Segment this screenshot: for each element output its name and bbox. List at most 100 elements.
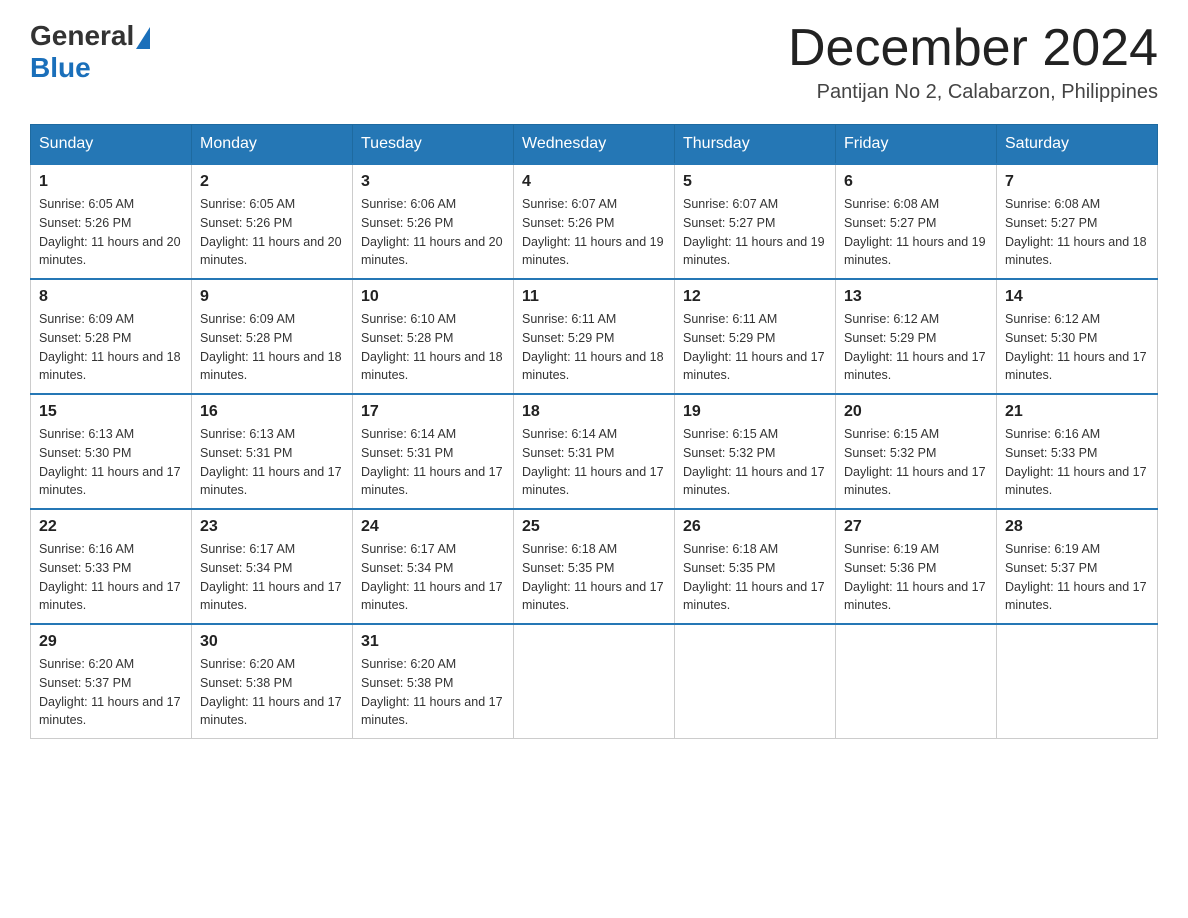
day-number: 2	[200, 173, 344, 191]
logo: General Blue	[30, 20, 150, 84]
day-info: Sunrise: 6:08 AMSunset: 5:27 PMDaylight:…	[1005, 195, 1149, 270]
day-info: Sunrise: 6:19 AMSunset: 5:36 PMDaylight:…	[844, 540, 988, 615]
calendar-table: SundayMondayTuesdayWednesdayThursdayFrid…	[30, 124, 1158, 739]
calendar-cell: 19 Sunrise: 6:15 AMSunset: 5:32 PMDayligh…	[675, 394, 836, 509]
weekday-header-monday: Monday	[192, 125, 353, 165]
calendar-cell	[836, 624, 997, 739]
calendar-cell: 12 Sunrise: 6:11 AMSunset: 5:29 PMDayligh…	[675, 279, 836, 394]
day-number: 19	[683, 403, 827, 421]
day-number: 5	[683, 173, 827, 191]
day-number: 14	[1005, 288, 1149, 306]
day-info: Sunrise: 6:16 AMSunset: 5:33 PMDaylight:…	[39, 540, 183, 615]
day-info: Sunrise: 6:20 AMSunset: 5:37 PMDaylight:…	[39, 655, 183, 730]
calendar-cell: 9 Sunrise: 6:09 AMSunset: 5:28 PMDaylight…	[192, 279, 353, 394]
calendar-cell: 16 Sunrise: 6:13 AMSunset: 5:31 PMDayligh…	[192, 394, 353, 509]
calendar-cell: 5Sunrise: 6:07 AMSunset: 5:27 PMDaylight…	[675, 164, 836, 279]
day-info: Sunrise: 6:20 AMSunset: 5:38 PMDaylight:…	[361, 655, 505, 730]
day-number: 12	[683, 288, 827, 306]
calendar-cell: 13 Sunrise: 6:12 AMSunset: 5:29 PMDayligh…	[836, 279, 997, 394]
day-info: Sunrise: 6:09 AMSunset: 5:28 PMDaylight:…	[200, 310, 344, 385]
logo-blue: Blue	[30, 52, 91, 84]
day-number: 7	[1005, 173, 1149, 191]
weekday-header-friday: Friday	[836, 125, 997, 165]
day-info: Sunrise: 6:13 AMSunset: 5:30 PMDaylight:…	[39, 425, 183, 500]
calendar-cell: 6 Sunrise: 6:08 AMSunset: 5:27 PMDaylight…	[836, 164, 997, 279]
day-info: Sunrise: 6:16 AMSunset: 5:33 PMDaylight:…	[1005, 425, 1149, 500]
day-number: 27	[844, 518, 988, 536]
day-info: Sunrise: 6:13 AMSunset: 5:31 PMDaylight:…	[200, 425, 344, 500]
day-number: 20	[844, 403, 988, 421]
day-number: 10	[361, 288, 505, 306]
calendar-cell: 22Sunrise: 6:16 AMSunset: 5:33 PMDayligh…	[31, 509, 192, 624]
day-info: Sunrise: 6:05 AMSunset: 5:26 PMDaylight:…	[39, 195, 183, 270]
logo-triangle-icon	[136, 27, 150, 49]
title-section: December 2024 Pantijan No 2, Calabarzon,…	[788, 20, 1158, 104]
month-year-title: December 2024	[788, 20, 1158, 77]
calendar-cell: 24 Sunrise: 6:17 AMSunset: 5:34 PMDayligh…	[353, 509, 514, 624]
calendar-cell: 27 Sunrise: 6:19 AMSunset: 5:36 PMDayligh…	[836, 509, 997, 624]
calendar-cell: 23Sunrise: 6:17 AMSunset: 5:34 PMDayligh…	[192, 509, 353, 624]
day-info: Sunrise: 6:07 AMSunset: 5:26 PMDaylight:…	[522, 195, 666, 270]
day-info: Sunrise: 6:08 AMSunset: 5:27 PMDaylight:…	[844, 195, 988, 270]
weekday-header-thursday: Thursday	[675, 125, 836, 165]
day-number: 16	[200, 403, 344, 421]
day-number: 15	[39, 403, 183, 421]
calendar-cell: 30 Sunrise: 6:20 AMSunset: 5:38 PMDayligh…	[192, 624, 353, 739]
calendar-cell: 26Sunrise: 6:18 AMSunset: 5:35 PMDayligh…	[675, 509, 836, 624]
calendar-cell: 17Sunrise: 6:14 AMSunset: 5:31 PMDayligh…	[353, 394, 514, 509]
day-number: 31	[361, 633, 505, 651]
day-info: Sunrise: 6:12 AMSunset: 5:29 PMDaylight:…	[844, 310, 988, 385]
calendar-cell: 21 Sunrise: 6:16 AMSunset: 5:33 PMDayligh…	[997, 394, 1158, 509]
calendar-week-row: 29 Sunrise: 6:20 AMSunset: 5:37 PMDayligh…	[31, 624, 1158, 739]
day-info: Sunrise: 6:18 AMSunset: 5:35 PMDaylight:…	[683, 540, 827, 615]
day-info: Sunrise: 6:12 AMSunset: 5:30 PMDaylight:…	[1005, 310, 1149, 385]
calendar-cell: 11 Sunrise: 6:11 AMSunset: 5:29 PMDayligh…	[514, 279, 675, 394]
day-number: 11	[522, 288, 666, 306]
calendar-week-row: 8 Sunrise: 6:09 AMSunset: 5:28 PMDaylight…	[31, 279, 1158, 394]
day-number: 8	[39, 288, 183, 306]
logo-general: General	[30, 20, 134, 52]
calendar-cell: 4 Sunrise: 6:07 AMSunset: 5:26 PMDaylight…	[514, 164, 675, 279]
day-info: Sunrise: 6:18 AMSunset: 5:35 PMDaylight:…	[522, 540, 666, 615]
day-number: 4	[522, 173, 666, 191]
day-number: 17	[361, 403, 505, 421]
weekday-header-sunday: Sunday	[31, 125, 192, 165]
day-number: 3	[361, 173, 505, 191]
calendar-cell: 25 Sunrise: 6:18 AMSunset: 5:35 PMDayligh…	[514, 509, 675, 624]
day-info: Sunrise: 6:05 AMSunset: 5:26 PMDaylight:…	[200, 195, 344, 270]
day-info: Sunrise: 6:06 AMSunset: 5:26 PMDaylight:…	[361, 195, 505, 270]
calendar-cell: 14 Sunrise: 6:12 AMSunset: 5:30 PMDayligh…	[997, 279, 1158, 394]
calendar-cell: 20Sunrise: 6:15 AMSunset: 5:32 PMDayligh…	[836, 394, 997, 509]
calendar-cell: 7 Sunrise: 6:08 AMSunset: 5:27 PMDaylight…	[997, 164, 1158, 279]
calendar-cell: 29 Sunrise: 6:20 AMSunset: 5:37 PMDayligh…	[31, 624, 192, 739]
day-number: 9	[200, 288, 344, 306]
day-number: 28	[1005, 518, 1149, 536]
day-info: Sunrise: 6:17 AMSunset: 5:34 PMDaylight:…	[361, 540, 505, 615]
day-number: 24	[361, 518, 505, 536]
calendar-cell	[675, 624, 836, 739]
day-number: 29	[39, 633, 183, 651]
day-info: Sunrise: 6:20 AMSunset: 5:38 PMDaylight:…	[200, 655, 344, 730]
day-number: 18	[522, 403, 666, 421]
day-info: Sunrise: 6:19 AMSunset: 5:37 PMDaylight:…	[1005, 540, 1149, 615]
day-number: 25	[522, 518, 666, 536]
day-info: Sunrise: 6:14 AMSunset: 5:31 PMDaylight:…	[522, 425, 666, 500]
calendar-cell: 10Sunrise: 6:10 AMSunset: 5:28 PMDayligh…	[353, 279, 514, 394]
day-number: 1	[39, 173, 183, 191]
calendar-cell: 2 Sunrise: 6:05 AMSunset: 5:26 PMDaylight…	[192, 164, 353, 279]
day-info: Sunrise: 6:17 AMSunset: 5:34 PMDaylight:…	[200, 540, 344, 615]
calendar-cell: 18 Sunrise: 6:14 AMSunset: 5:31 PMDayligh…	[514, 394, 675, 509]
day-info: Sunrise: 6:11 AMSunset: 5:29 PMDaylight:…	[683, 310, 827, 385]
day-number: 30	[200, 633, 344, 651]
day-number: 13	[844, 288, 988, 306]
calendar-week-row: 1 Sunrise: 6:05 AMSunset: 5:26 PMDaylight…	[31, 164, 1158, 279]
location-subtitle: Pantijan No 2, Calabarzon, Philippines	[788, 81, 1158, 104]
day-info: Sunrise: 6:15 AMSunset: 5:32 PMDaylight:…	[683, 425, 827, 500]
weekday-header-tuesday: Tuesday	[353, 125, 514, 165]
day-number: 21	[1005, 403, 1149, 421]
day-number: 6	[844, 173, 988, 191]
calendar-cell: 1 Sunrise: 6:05 AMSunset: 5:26 PMDaylight…	[31, 164, 192, 279]
day-info: Sunrise: 6:11 AMSunset: 5:29 PMDaylight:…	[522, 310, 666, 385]
calendar-cell	[997, 624, 1158, 739]
day-info: Sunrise: 6:09 AMSunset: 5:28 PMDaylight:…	[39, 310, 183, 385]
